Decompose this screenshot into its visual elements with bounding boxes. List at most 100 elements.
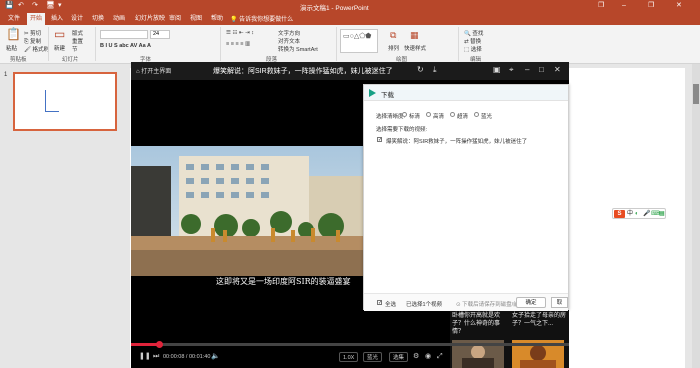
minimize-button[interactable]: – bbox=[622, 2, 626, 10]
quality-option-hd[interactable]: 高清 bbox=[433, 112, 444, 120]
select-all-label[interactable]: 全选 bbox=[385, 300, 396, 308]
danmaku-icon[interactable]: ◉ bbox=[425, 352, 431, 362]
replace-button[interactable]: ⇄ 替换 bbox=[464, 37, 481, 45]
redo-icon[interactable]: ↷ bbox=[32, 2, 38, 10]
tell-me-search[interactable]: 💡 告诉我你想要做什么 bbox=[230, 14, 293, 23]
maximize-button[interactable]: ❐ bbox=[648, 2, 654, 10]
quality-radio-shd[interactable] bbox=[450, 112, 455, 117]
video-title: 爆笑解说：阿SIR救妹子，一阵操作猛如虎，妹儿被迷住了 bbox=[213, 68, 393, 75]
quality-option-bluray[interactable]: 蓝光 bbox=[481, 112, 492, 120]
tab-animations[interactable]: 动画 bbox=[110, 14, 128, 25]
present-icon[interactable]: 🖥 bbox=[46, 2, 55, 10]
paste-icon[interactable]: 📋 bbox=[6, 28, 21, 40]
ime-punctuation-icon[interactable]: ◐ bbox=[635, 210, 639, 218]
video-item-checkbox[interactable]: ✓ bbox=[377, 137, 382, 143]
rec-title-2[interactable]: 女子拾走了母亲的房子？一气之下... bbox=[512, 312, 567, 328]
rec-title-1[interactable]: 卧槽你开高就是欢子？什么神奇的事情？ bbox=[452, 312, 507, 336]
paste-label: 粘贴 bbox=[6, 46, 18, 52]
save-icon[interactable]: 💾 bbox=[5, 2, 14, 10]
select-button[interactable]: ⬚ 选择 bbox=[464, 45, 482, 53]
shapes-gallery[interactable]: ▭○△⬠⬟ bbox=[340, 29, 378, 53]
save-path-hint[interactable]: ⊙ 下载后请保存到磁盘/前 bbox=[456, 300, 519, 308]
download-dialog: 下载 选择清晰度: 标清 高清 超清 蓝光 选择需要下载的视频: ✓ 爆笑解说：… bbox=[363, 84, 569, 311]
arrange-label: 排列 bbox=[388, 46, 400, 52]
align-buttons[interactable]: ≡ ≡ ≡ ≡ ▥ bbox=[226, 41, 250, 47]
download-icon[interactable]: ⤓ bbox=[433, 65, 437, 75]
fullscreen-icon[interactable]: ⤢ bbox=[437, 352, 443, 362]
tab-insert[interactable]: 插入 bbox=[48, 14, 66, 25]
format-painter-button[interactable]: 🖌 格式刷 bbox=[24, 45, 49, 53]
quick-styles-label: 快速样式 bbox=[404, 46, 427, 52]
customize-qa-icon[interactable]: ▾ bbox=[58, 2, 62, 10]
tab-design[interactable]: 设计 bbox=[68, 14, 86, 25]
progress-handle[interactable] bbox=[156, 341, 164, 348]
player-controls: ❚❚ ⏭ 00:00:08 / 00:01:40 🔈 1.0X 蓝光 选集 ⚙ … bbox=[131, 348, 569, 368]
tab-transitions[interactable]: 切换 bbox=[89, 14, 107, 25]
scrollbar-thumb[interactable] bbox=[693, 84, 699, 104]
video-scene bbox=[131, 146, 363, 276]
smartart-button[interactable]: 转换为 SmartArt bbox=[278, 45, 318, 53]
speed-button[interactable]: 1.0X bbox=[339, 352, 359, 362]
player-top-bar: ⌂ 打开主界面 爆笑解说：阿SIR救妹子，一阵操作猛如虎，妹儿被迷住了 ↻ ⤓ … bbox=[131, 62, 569, 80]
ime-voice-icon[interactable]: 🎤 bbox=[643, 210, 650, 218]
reset-button[interactable]: 重置 bbox=[72, 37, 83, 45]
ribbon-display-icon[interactable]: ❐ bbox=[598, 2, 604, 10]
layout-button[interactable]: 版式 bbox=[72, 29, 83, 37]
open-main-button[interactable]: ⌂ 打开主界面 bbox=[136, 66, 171, 75]
quality-option-sd[interactable]: 标清 bbox=[409, 112, 420, 120]
episodes-button[interactable]: 选集 bbox=[389, 352, 409, 362]
save-path-text: 下载后请保存到磁盘/前 bbox=[462, 302, 519, 308]
tab-help[interactable]: 帮助 bbox=[208, 14, 226, 25]
font-size-select[interactable]: 24 bbox=[150, 30, 170, 39]
arrange-icon[interactable]: ⧉ bbox=[390, 30, 396, 40]
quality-radio-sd[interactable] bbox=[402, 112, 407, 117]
ime-toolbar[interactable]: S 中 ◐ 🎤 ⌨ ▦ bbox=[612, 208, 666, 219]
ime-logo-icon: S bbox=[614, 210, 625, 218]
ribbon-tabs: 文件 开始 插入 设计 切换 动画 幻灯片放映 审阅 视图 帮助 💡 告诉我你想… bbox=[0, 12, 700, 25]
ime-mode[interactable]: 中 bbox=[627, 210, 633, 218]
close-player-icon[interactable]: ✕ bbox=[554, 65, 561, 75]
find-button[interactable]: 🔍 查找 bbox=[464, 29, 483, 37]
slide-thumbnail[interactable] bbox=[13, 72, 117, 131]
cancel-button[interactable]: 取 bbox=[551, 297, 568, 308]
format-painter-label: 格式刷 bbox=[32, 47, 50, 53]
ribbon-divider bbox=[220, 27, 221, 61]
screenshot-icon[interactable]: ▣ bbox=[493, 65, 501, 75]
font-style-buttons[interactable]: B I U S abc AV Aa A bbox=[100, 43, 151, 49]
maximize-player-icon[interactable]: □ bbox=[539, 65, 544, 75]
ime-menu-icon[interactable]: ▦ bbox=[659, 210, 665, 218]
pause-icon[interactable]: ❚❚ bbox=[139, 352, 151, 362]
undo-icon[interactable]: ↶ bbox=[18, 2, 24, 10]
quality-radio-bluray[interactable] bbox=[474, 112, 479, 117]
tab-home[interactable]: 开始 bbox=[27, 13, 46, 25]
new-slide-icon[interactable]: ▭ bbox=[54, 28, 65, 40]
close-button[interactable]: ✕ bbox=[676, 2, 682, 10]
list-buttons[interactable]: ☰ ☷ ⇤ ⇥ ↕ bbox=[226, 30, 254, 36]
quality-option-shd[interactable]: 超清 bbox=[457, 112, 468, 120]
quick-styles-icon[interactable]: ▦ bbox=[410, 30, 419, 40]
loop-icon[interactable]: ↻ bbox=[417, 65, 424, 75]
font-name-select[interactable] bbox=[100, 30, 148, 39]
tab-view[interactable]: 视图 bbox=[187, 14, 205, 25]
tab-file[interactable]: 文件 bbox=[5, 14, 23, 25]
pin-icon[interactable]: ⌖ bbox=[509, 65, 514, 75]
minimize-player-icon[interactable]: – bbox=[525, 65, 529, 75]
confirm-button[interactable]: 确定 bbox=[516, 297, 546, 308]
next-icon[interactable]: ⏭ bbox=[153, 352, 159, 362]
tab-review[interactable]: 审阅 bbox=[166, 14, 184, 25]
video-frame[interactable] bbox=[131, 146, 363, 276]
vertical-scrollbar[interactable] bbox=[692, 64, 700, 368]
tab-slideshow[interactable]: 幻灯片放映 bbox=[132, 14, 168, 25]
time-display: 00:00:08 / 00:01:40 bbox=[163, 354, 211, 360]
volume-icon[interactable]: 🔈 bbox=[211, 352, 220, 362]
progress-bar[interactable] bbox=[131, 341, 569, 348]
quality-button[interactable]: 蓝光 bbox=[363, 352, 383, 362]
text-direction-button[interactable]: 文字方向 bbox=[278, 29, 300, 37]
section-button[interactable]: 节 bbox=[72, 45, 78, 53]
cut-button[interactable]: ✂ 剪切 bbox=[24, 29, 41, 37]
group-label-slides: 幻灯片 bbox=[62, 57, 79, 63]
settings-icon[interactable]: ⚙ bbox=[413, 352, 419, 362]
select-all-checkbox[interactable]: ✓ bbox=[377, 300, 382, 306]
align-text-button[interactable]: 对齐文本 bbox=[278, 37, 300, 45]
quality-radio-hd[interactable] bbox=[426, 112, 431, 117]
